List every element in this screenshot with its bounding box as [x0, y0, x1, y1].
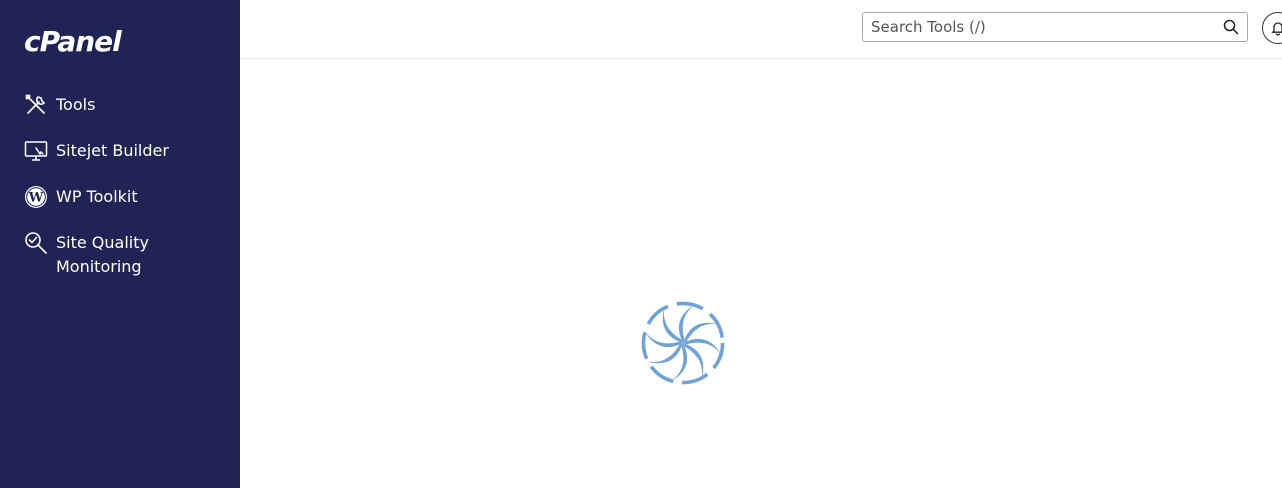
search-box [862, 12, 1248, 42]
magnifier-check-icon [24, 231, 48, 255]
svg-text:W: W [28, 191, 44, 206]
sidebar-item-site-quality-monitoring[interactable]: Site Quality Monitoring [0, 228, 240, 282]
sidebar-item-tools[interactable]: Tools [0, 90, 240, 120]
sidebar-item-label: Tools [56, 95, 96, 114]
loading-spinner-icon [638, 298, 728, 388]
monitor-icon [24, 139, 48, 163]
app-root: cPanel Tools Sitejet Builder W WP Toolki… [0, 0, 1282, 488]
sidebar-item-label: WP Toolkit [56, 187, 138, 206]
sidebar-item-label: Sitejet Builder [56, 141, 169, 160]
main-content [240, 59, 1282, 488]
wordpress-icon: W [24, 185, 48, 209]
tools-icon [24, 93, 48, 117]
sidebar-item-wp-toolkit[interactable]: W WP Toolkit [0, 182, 240, 212]
search-input[interactable] [863, 13, 1213, 41]
search-icon[interactable] [1223, 19, 1239, 35]
sidebar-item-label: Site Quality Monitoring [56, 233, 149, 276]
cpanel-logo[interactable]: cPanel [24, 22, 122, 62]
bell-icon [1271, 22, 1282, 36]
sidebar: cPanel Tools Sitejet Builder W WP Toolki… [0, 0, 240, 488]
notifications-button[interactable] [1262, 12, 1282, 44]
top-bar [240, 0, 1282, 59]
sidebar-nav: Tools Sitejet Builder W WP Toolkit Site … [0, 90, 240, 298]
sidebar-item-sitejet-builder[interactable]: Sitejet Builder [0, 136, 240, 166]
